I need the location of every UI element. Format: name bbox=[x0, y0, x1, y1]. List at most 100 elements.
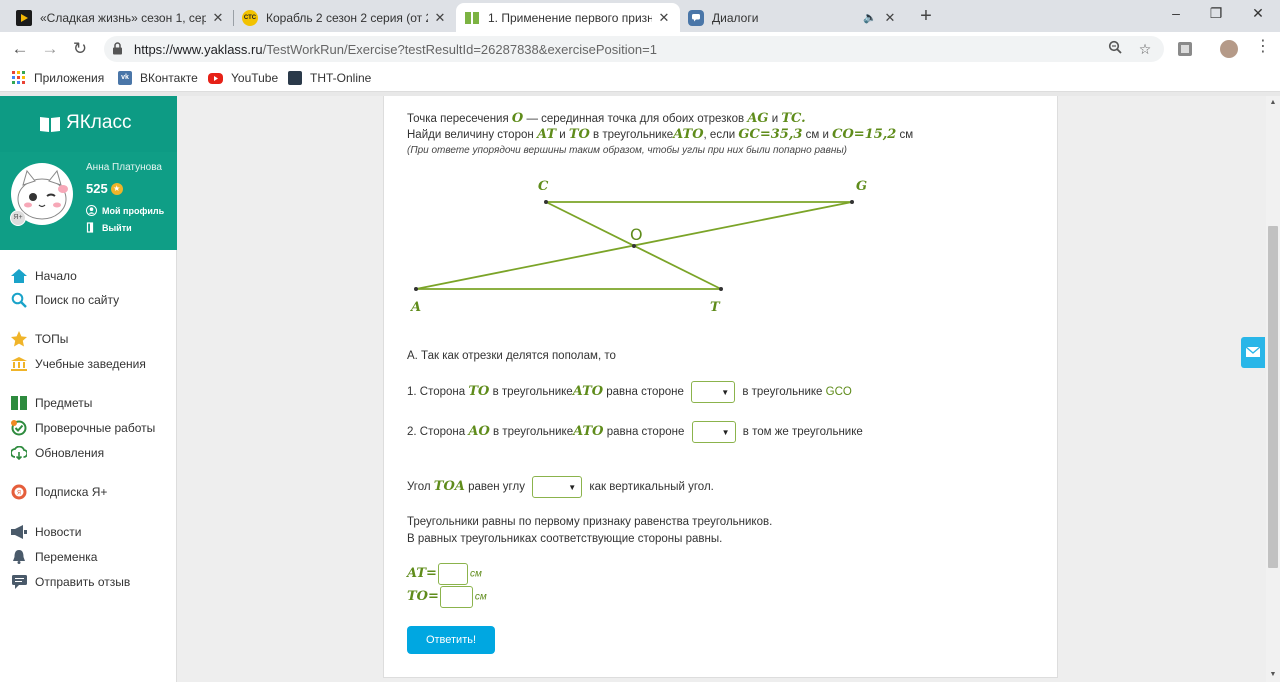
point-G bbox=[850, 200, 854, 204]
submit-button[interactable]: Ответить! bbox=[407, 626, 495, 654]
reload-button[interactable]: ↻ bbox=[68, 37, 92, 61]
lock-icon bbox=[113, 42, 122, 55]
back-button[interactable]: ← bbox=[8, 37, 32, 61]
step-a: А. Так как отрезки делятся пополам, то bbox=[407, 350, 616, 362]
youtube-icon bbox=[208, 72, 223, 84]
close-icon[interactable]: ✕ bbox=[656, 10, 672, 26]
site-logo[interactable]: ЯКласс bbox=[0, 96, 177, 152]
tab-sweet-life[interactable]: «Сладкая жизнь» сезон 1, серия ✕ bbox=[8, 3, 234, 32]
scrollbar[interactable]: ▲ ▼ bbox=[1266, 96, 1280, 682]
sidebar-item-search[interactable]: Поиск по сайту bbox=[10, 292, 119, 308]
book-logo-icon bbox=[40, 117, 60, 132]
profile-link[interactable]: Мой профиль bbox=[86, 205, 164, 216]
tab-dialogs[interactable]: Диалоги 🔈 ✕ bbox=[680, 3, 906, 32]
intro-line-1: Точка пересечения O — серединная точка д… bbox=[407, 111, 806, 126]
home-icon bbox=[10, 268, 28, 284]
side-dropdown-2[interactable]: ▼ bbox=[691, 421, 736, 443]
exercise-panel: Точка пересечения O — серединная точка д… bbox=[383, 96, 1058, 678]
play-icon bbox=[16, 9, 32, 26]
address-bar[interactable]: https://www.yaklass.ru/TestWorkRun/Exerc… bbox=[104, 36, 1164, 62]
test-icon bbox=[10, 420, 28, 436]
bookmark-star-icon[interactable]: ☆ bbox=[1136, 40, 1154, 58]
subscription-icon: Я bbox=[10, 484, 28, 500]
statement-2: 2. Сторона AO в треугольникеATO равна ст… bbox=[407, 421, 863, 443]
extension-icon[interactable] bbox=[1176, 40, 1194, 58]
user-panel: Я+ Анна Платунова 525 ★ Мой профиль Выйт… bbox=[0, 152, 177, 250]
sidebar-item-schools[interactable]: Учебные заведения bbox=[10, 356, 146, 372]
new-tab-button[interactable]: + bbox=[914, 5, 938, 29]
sidebar-item-break[interactable]: Переменка bbox=[10, 549, 97, 565]
sidebar-item-updates[interactable]: Обновления bbox=[10, 445, 104, 461]
sidebar-item-home[interactable]: Начало bbox=[10, 268, 77, 284]
tnt-icon bbox=[288, 71, 302, 85]
logo-text: ЯКласс bbox=[66, 112, 132, 133]
sidebar-item-tops[interactable]: ТОПы bbox=[10, 331, 68, 347]
label-G: G bbox=[856, 179, 867, 194]
scroll-up-icon[interactable]: ▲ bbox=[1266, 96, 1280, 110]
chevron-down-icon: ▼ bbox=[721, 388, 730, 397]
minimize-button[interactable]: – bbox=[1156, 0, 1196, 28]
user-points: 525 ★ bbox=[86, 181, 123, 196]
instruction-note: (При ответе упорядочи вершины таким обра… bbox=[407, 145, 848, 156]
close-window-button[interactable]: ✕ bbox=[1238, 0, 1278, 28]
bookmark-label: ВКонтакте bbox=[140, 71, 198, 85]
bookmark-youtube[interactable]: YouTube bbox=[208, 71, 278, 85]
label-O: O bbox=[630, 225, 643, 244]
star-icon bbox=[10, 331, 28, 347]
statement-angle: Угол TOA равен углу ▼ как вертикальный у… bbox=[407, 476, 714, 498]
label-T: T bbox=[710, 300, 721, 315]
conclusion-2: В равных треугольниках соответствующие с… bbox=[407, 533, 723, 545]
feedback-icon bbox=[10, 574, 28, 590]
point-A bbox=[414, 287, 418, 291]
updates-icon bbox=[10, 445, 28, 461]
answer-at: AT= см bbox=[407, 563, 482, 585]
megaphone-icon bbox=[10, 524, 28, 540]
user-icon bbox=[86, 205, 97, 216]
zoom-icon[interactable] bbox=[1106, 40, 1124, 58]
conclusion-1: Треугольники равны по первому признаку р… bbox=[407, 516, 773, 528]
answer-to: TO= см bbox=[407, 586, 487, 608]
label-A: A bbox=[409, 300, 421, 315]
side-dropdown-1[interactable]: ▼ bbox=[691, 381, 736, 403]
sidebar-item-news[interactable]: Новости bbox=[10, 524, 81, 540]
sidebar-item-feedback[interactable]: Отправить отзыв bbox=[10, 574, 130, 590]
bookmark-apps[interactable]: Приложения bbox=[12, 71, 104, 85]
bookmark-label: THT-Online bbox=[310, 71, 372, 85]
bookmark-tnt[interactable]: THT-Online bbox=[288, 71, 371, 85]
logout-link[interactable]: Выйти bbox=[86, 222, 132, 233]
scroll-down-icon[interactable]: ▼ bbox=[1266, 668, 1280, 682]
menu-kebab-icon[interactable]: ⋮ bbox=[1254, 39, 1272, 58]
scroll-thumb[interactable] bbox=[1268, 226, 1278, 568]
profile-avatar-icon[interactable] bbox=[1220, 40, 1238, 58]
tab-korabl[interactable]: СТС Корабль 2 сезон 2 серия (от 24. ✕ bbox=[234, 3, 456, 32]
close-icon[interactable]: ✕ bbox=[210, 10, 226, 26]
at-input[interactable] bbox=[437, 563, 468, 585]
geometry-diagram: C G O A T bbox=[409, 179, 867, 315]
sidebar-item-subscription[interactable]: Я Подписка Я+ bbox=[10, 484, 107, 500]
bookmark-vk[interactable]: vk ВКонтакте bbox=[118, 71, 198, 85]
school-icon bbox=[10, 356, 28, 372]
point-T bbox=[719, 287, 723, 291]
angle-dropdown[interactable]: ▼ bbox=[532, 476, 583, 498]
books-icon bbox=[10, 395, 28, 411]
sidebar-item-subjects[interactable]: Предметы bbox=[10, 395, 92, 411]
sidebar-item-tests[interactable]: Проверочные работы bbox=[10, 420, 155, 436]
yaklass-icon bbox=[464, 10, 480, 26]
user-name: Анна Платунова bbox=[86, 162, 162, 173]
chat-icon bbox=[688, 9, 704, 26]
point-C bbox=[544, 200, 548, 204]
forward-button[interactable]: → bbox=[38, 37, 62, 61]
close-icon[interactable]: ✕ bbox=[882, 10, 898, 26]
tab-strip: «Сладкая жизнь» сезон 1, серия ✕ СТС Кор… bbox=[0, 0, 1280, 32]
tab-yaklass[interactable]: 1. Применение первого призна ✕ bbox=[456, 3, 680, 32]
speaker-icon[interactable]: 🔈 bbox=[862, 11, 878, 24]
maximize-button[interactable]: ❐ bbox=[1196, 0, 1236, 28]
page: ЯКласс Я+ Анна Платунова 525 ★ Мой профи… bbox=[0, 96, 1266, 682]
bookmark-label: Приложения bbox=[34, 71, 105, 85]
chevron-down-icon: ▼ bbox=[568, 483, 577, 492]
apps-grid-icon bbox=[12, 71, 26, 85]
svg-text:Я: Я bbox=[17, 490, 21, 497]
close-icon[interactable]: ✕ bbox=[432, 10, 448, 26]
feedback-mail-button[interactable] bbox=[1241, 337, 1265, 368]
to-input[interactable] bbox=[439, 586, 473, 608]
